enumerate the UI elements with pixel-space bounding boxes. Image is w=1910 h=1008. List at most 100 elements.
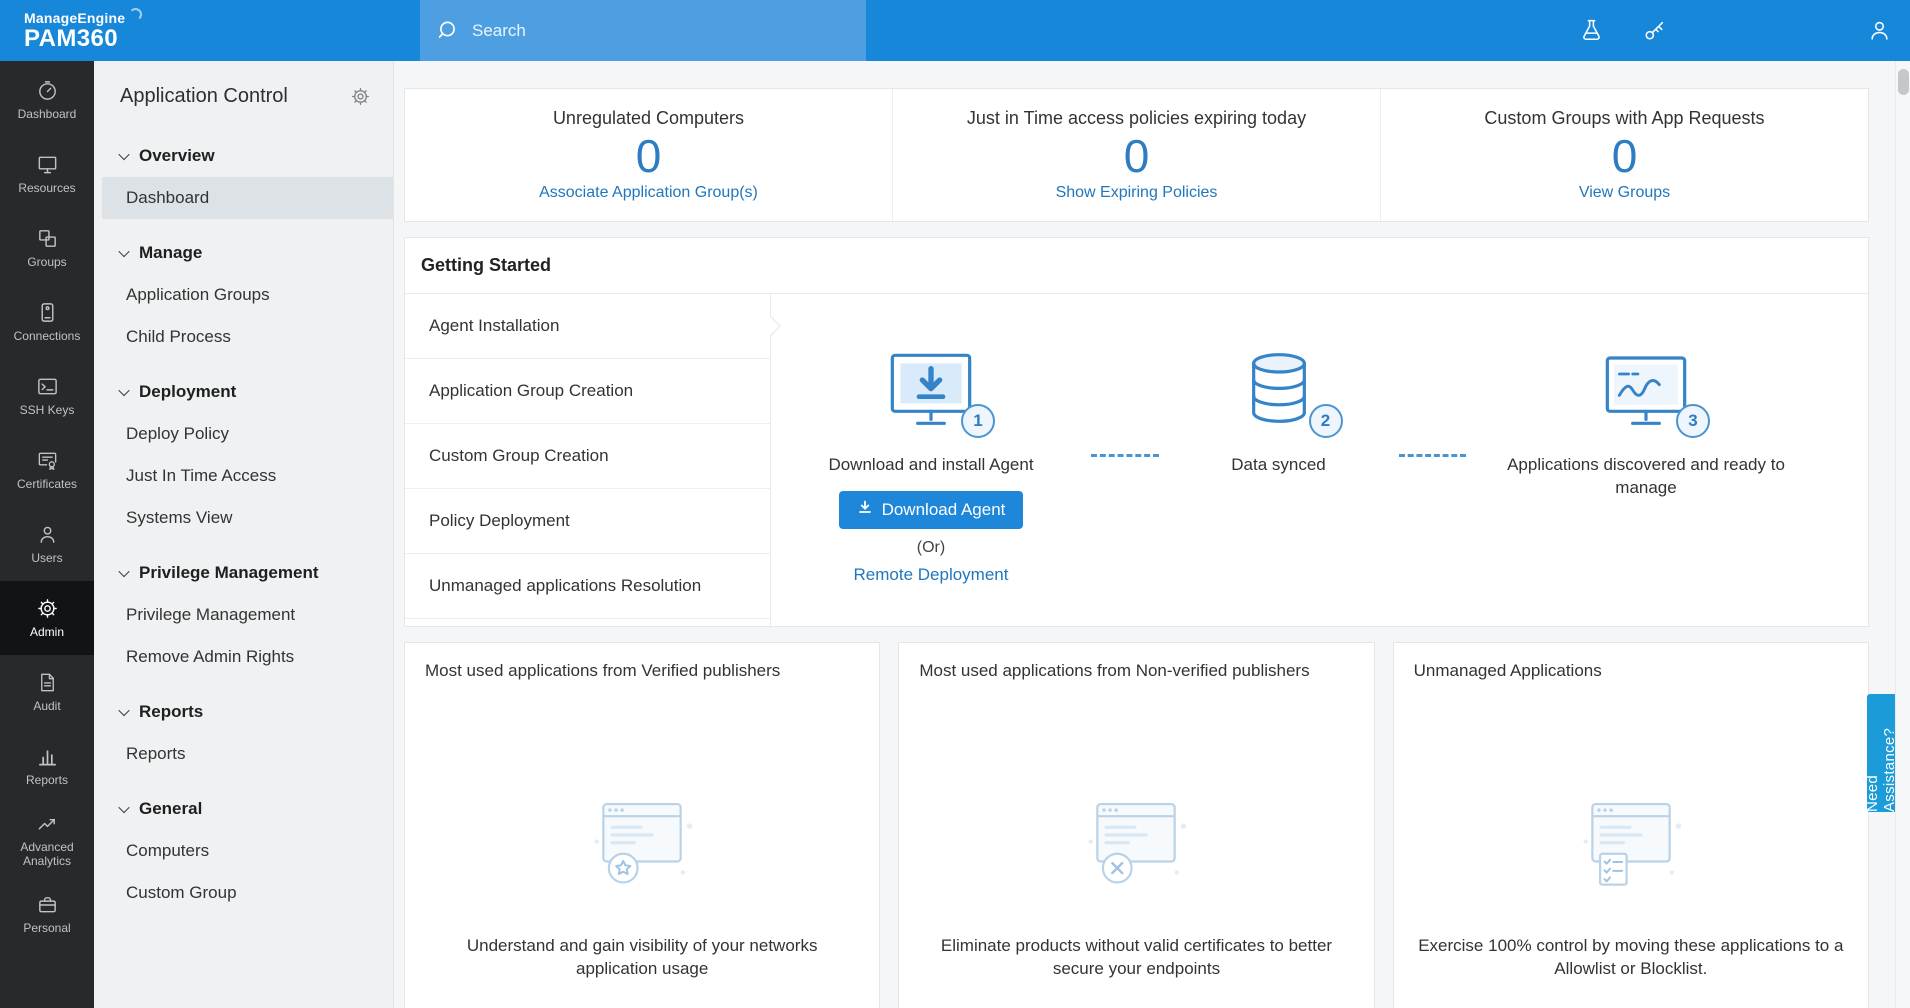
sidebar-item-systems-view[interactable]: Systems View xyxy=(94,497,393,539)
unmanaged-apps-icon xyxy=(1570,793,1692,899)
card-nonverified-publishers: Most used applications from Non-verified… xyxy=(898,642,1374,1008)
logo-flourish-icon xyxy=(129,8,142,21)
stat-unregulated-computers: Unregulated Computers 0 Associate Applic… xyxy=(405,89,892,221)
show-expiring-policies-link[interactable]: Show Expiring Policies xyxy=(1056,184,1218,202)
sidebar-item-privilege-management[interactable]: Privilege Management xyxy=(94,594,393,636)
rail-item-label: Dashboard xyxy=(18,108,77,122)
stats-row: Unregulated Computers 0 Associate Applic… xyxy=(404,88,1869,222)
card-description: Eliminate products without valid certifi… xyxy=(919,935,1353,981)
search-input[interactable] xyxy=(472,21,850,41)
rail-item-label: Audit xyxy=(33,700,60,714)
rail-item-ssh-keys[interactable]: SSH Keys xyxy=(0,359,94,433)
getting-started-tabs: Agent Installation Application Group Cre… xyxy=(405,294,771,626)
chevron-down-icon xyxy=(118,246,129,257)
stat-title: Custom Groups with App Requests xyxy=(1484,108,1764,129)
stat-title: Just in Time access policies expiring to… xyxy=(967,108,1306,129)
sidebar-item-computers[interactable]: Computers xyxy=(94,830,393,872)
card-title: Most used applications from Verified pub… xyxy=(425,661,780,681)
monitor-icon xyxy=(36,153,59,176)
sidebar-section-label: Manage xyxy=(139,243,202,263)
lab-flask-icon[interactable] xyxy=(1579,18,1604,43)
sidebar-section-deployment[interactable]: Deployment xyxy=(94,371,393,413)
verified-apps-icon xyxy=(581,793,703,899)
step-applications-discovered: 3 Applications discovered and ready to m… xyxy=(1486,342,1806,626)
rail-item-dashboard[interactable]: Dashboard xyxy=(0,63,94,137)
tab-application-group-creation[interactable]: Application Group Creation xyxy=(405,359,770,424)
need-assistance-tab[interactable]: Need Assistance? xyxy=(1867,694,1895,812)
tab-policy-deployment[interactable]: Policy Deployment xyxy=(405,489,770,554)
rail-item-label: Personal xyxy=(23,922,70,936)
groups-icon xyxy=(36,227,59,250)
rail-item-connections[interactable]: Connections xyxy=(0,285,94,359)
rail-item-personal[interactable]: Personal xyxy=(0,877,94,951)
rail-item-groups[interactable]: Groups xyxy=(0,211,94,285)
card-verified-publishers: Most used applications from Verified pub… xyxy=(404,642,880,1008)
brand-logo[interactable]: ManageEngine PAM360 xyxy=(0,10,404,51)
rail-item-resources[interactable]: Resources xyxy=(0,137,94,211)
sidebar-section-general[interactable]: General xyxy=(94,788,393,830)
user-profile-icon[interactable] xyxy=(1867,18,1892,43)
sidebar-section-privilege-management[interactable]: Privilege Management xyxy=(94,552,393,594)
scrollbar-thumb[interactable] xyxy=(1898,69,1909,95)
chevron-down-icon xyxy=(118,149,129,160)
stat-value: 0 xyxy=(1124,130,1150,183)
briefcase-icon xyxy=(36,893,59,916)
download-agent-button[interactable]: Download Agent xyxy=(839,491,1024,529)
dashboard-icon xyxy=(36,79,59,102)
card-unmanaged-applications: Unmanaged Applications Exercise 100% con… xyxy=(1393,642,1869,1008)
sidebar-item-custom-group[interactable]: Custom Group xyxy=(94,872,393,914)
rail-item-label: Connections xyxy=(14,330,81,344)
agent-installation-steps: 1 Download and install Agent Download Ag… xyxy=(771,294,1868,626)
sidebar-section-label: Overview xyxy=(139,146,215,166)
sidebar-item-deploy-policy[interactable]: Deploy Policy xyxy=(94,413,393,455)
sidebar-section-overview[interactable]: Overview xyxy=(94,135,393,177)
topbar: ManageEngine PAM360 xyxy=(0,0,1910,61)
connections-icon xyxy=(36,301,59,324)
nonverified-apps-icon xyxy=(1075,793,1197,899)
rail-item-label: Certificates xyxy=(17,478,77,492)
rail-item-label: Reports xyxy=(26,774,68,788)
rail-item-reports[interactable]: Reports xyxy=(0,729,94,803)
sidebar-item-remove-admin-rights[interactable]: Remove Admin Rights xyxy=(94,636,393,678)
step-connector xyxy=(1091,454,1159,457)
sidebar-item-child-process[interactable]: Child Process xyxy=(94,316,393,358)
sidebar-section-label: Deployment xyxy=(139,382,236,402)
sidebar-item-application-groups[interactable]: Application Groups xyxy=(94,274,393,316)
rail-item-admin[interactable]: Admin xyxy=(0,581,94,655)
remote-deployment-link[interactable]: Remote Deployment xyxy=(854,565,1009,585)
sidebar-section-manage[interactable]: Manage xyxy=(94,232,393,274)
tab-unmanaged-applications-resolution[interactable]: Unmanaged applications Resolution xyxy=(405,554,770,619)
view-groups-link[interactable]: View Groups xyxy=(1579,184,1670,202)
rail-item-label: SSH Keys xyxy=(20,404,75,418)
sidebar-section-reports[interactable]: Reports xyxy=(94,691,393,733)
download-agent-button-label: Download Agent xyxy=(882,500,1006,520)
password-key-icon[interactable] xyxy=(1642,18,1667,43)
step-label: Applications discovered and ready to man… xyxy=(1486,454,1806,500)
rail-item-label: Groups xyxy=(27,256,66,270)
search-bar[interactable] xyxy=(420,0,866,61)
gear-icon xyxy=(36,597,59,620)
step-number-badge: 3 xyxy=(1676,404,1710,438)
brand-pam360: PAM360 xyxy=(24,26,404,51)
sidebar-item-reports[interactable]: Reports xyxy=(94,733,393,775)
rail-item-label: Resources xyxy=(18,182,75,196)
rail-item-audit[interactable]: Audit xyxy=(0,655,94,729)
sidebar-item-just-in-time-access[interactable]: Just In Time Access xyxy=(94,455,393,497)
card-description: Understand and gain visibility of your n… xyxy=(425,935,859,981)
rail-item-certificates[interactable]: Certificates xyxy=(0,433,94,507)
page-scrollbar[interactable] xyxy=(1895,61,1910,1008)
stat-value: 0 xyxy=(1612,130,1638,183)
topbar-actions xyxy=(1579,18,1910,43)
sidebar-item-dashboard[interactable]: Dashboard xyxy=(102,177,393,219)
tab-custom-group-creation[interactable]: Custom Group Creation xyxy=(405,424,770,489)
or-text: (Or) xyxy=(917,539,945,557)
step-number-badge: 1 xyxy=(961,404,995,438)
settings-gear-icon[interactable] xyxy=(350,86,371,107)
certificate-icon xyxy=(36,449,59,472)
users-icon xyxy=(36,523,59,546)
chevron-down-icon xyxy=(118,385,129,396)
rail-item-users[interactable]: Users xyxy=(0,507,94,581)
tab-agent-installation[interactable]: Agent Installation xyxy=(405,294,770,359)
associate-application-groups-link[interactable]: Associate Application Group(s) xyxy=(539,184,758,202)
rail-item-advanced-analytics[interactable]: Advanced Analytics xyxy=(0,803,94,877)
